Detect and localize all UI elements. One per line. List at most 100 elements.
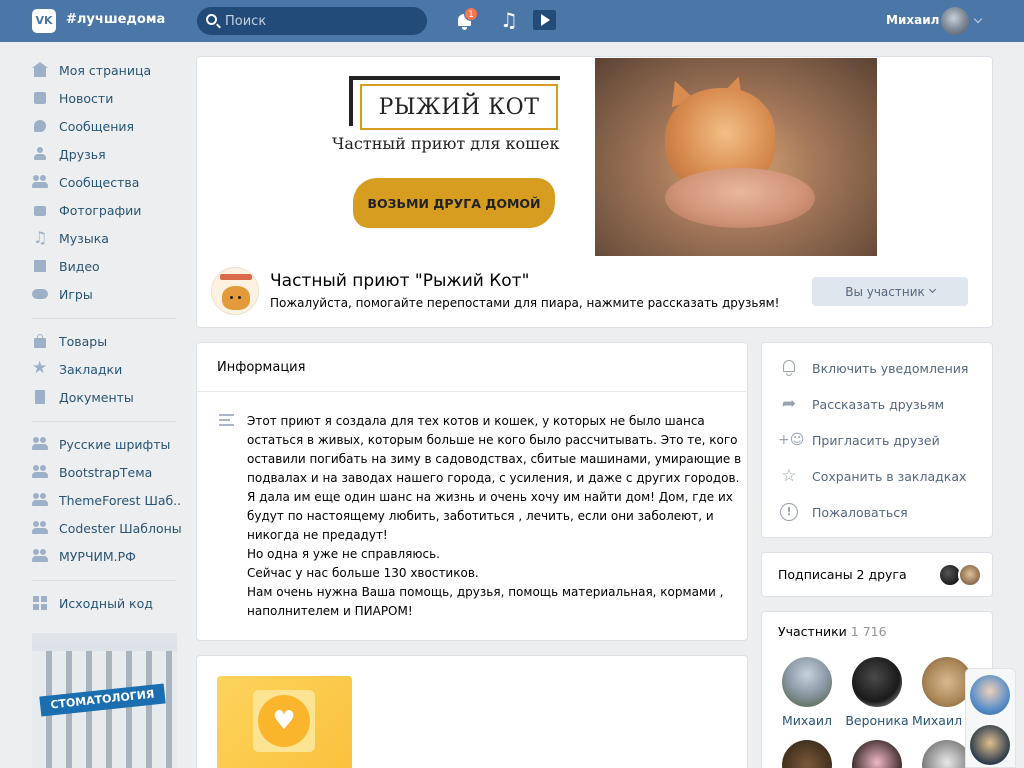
sidebar-item-label: МУРЧИМ.РФ [59,548,136,564]
sidebar-item-communities[interactable]: Сообщества [32,172,139,192]
action-bookmark[interactable]: ☆ Сохранить в закладках [778,466,966,486]
actions-card: Включить уведомления ➦ Рассказать друзьям… [761,342,993,538]
info-line: подвалах и на заводах нашего города, с у… [247,471,740,485]
action-invite-friends[interactable]: +☺ Пригласить друзей [778,430,940,450]
sidebar-group-item[interactable]: Codester Шаблоны [32,518,182,538]
sidebar-divider [32,580,177,581]
info-line: никогда не предадут! [247,528,388,542]
action-enable-notifications[interactable]: Включить уведомления [778,358,968,378]
member-name[interactable]: Вероника [842,713,912,728]
info-line: остаться в живых, которым больше не кого… [247,433,738,447]
sidebar-group-item[interactable]: Русские шрифты [32,434,170,454]
sidebar-group-item[interactable]: МУРЧИМ.РФ [32,546,136,566]
sidebar-item-label: Товары [59,333,108,349]
vk-logo[interactable]: VK [32,9,56,33]
sidebar-item-label: Моя страница [59,62,152,78]
video-icon [32,258,48,274]
sidebar-item-source-code[interactable]: Исходный код [32,593,153,613]
sidebar-item-label: Закладки [59,361,123,377]
sidebar-item-messages[interactable]: Сообщения [32,116,134,136]
action-label: Пожаловаться [812,504,908,520]
member-avatar[interactable] [782,657,832,707]
user-name[interactable]: Михаил [886,13,939,27]
action-label: Сохранить в закладках [812,468,967,484]
document-icon [32,389,48,405]
brand-box: РЫЖИЙ КОТ [360,84,558,130]
sidebar-item-video[interactable]: Видео [32,256,100,276]
user-avatar[interactable] [941,7,969,35]
member-avatar[interactable] [782,740,832,768]
sidebar-item-label: Друзья [59,146,106,162]
report-icon: ! [778,502,800,522]
group-icon [32,548,48,564]
group-avatar[interactable] [211,267,259,315]
group-icon [32,464,48,480]
chat-avatar[interactable] [970,725,1010,765]
member-button[interactable]: Вы участник [812,277,968,306]
messages-icon [32,118,48,134]
hashtag-link[interactable]: #лучшедома [66,12,165,27]
hands-image [665,168,815,228]
info-line: Но одна я уже не справляюсь. [247,547,440,561]
info-line: Нам очень нужна Ваша помощь, друзья, пом… [247,585,724,599]
news-icon [32,90,48,106]
sidebar-item-games[interactable]: Игры [32,284,93,304]
sidebar-item-label: Документы [59,389,134,405]
info-description: Этот приют я создала для тех котов и кош… [247,412,742,621]
sidebar-item-label: Исходный код [59,595,153,611]
member-avatar[interactable] [852,740,902,768]
friends-icon [32,146,48,162]
play-video-icon[interactable] [533,10,556,30]
sidebar-divider [32,421,177,422]
invite-icon: +☺ [778,432,805,448]
member-name[interactable]: Михаил [772,713,842,728]
sidebar-item-documents[interactable]: Документы [32,387,134,407]
sidebar-item-my-page[interactable]: Моя страница [32,60,151,80]
music-icon[interactable]: ♫ [500,10,518,30]
sidebar-divider [32,318,177,319]
sidebar-item-label: Видео [59,258,100,274]
donate-widget[interactable]: ♥ [217,676,352,768]
members-title[interactable]: Участники 1 716 [778,624,887,639]
sidebar-item-label: Фотографии [59,202,142,218]
chat-strip [965,668,1016,768]
group-status: Пожалуйста, помогайте перепостами для пи… [270,296,780,310]
info-line: оставили погибать на зиму в садоводствах… [247,452,742,466]
info-line: Этот приют я создала для тех котов и кош… [247,414,705,428]
action-label: Рассказать друзьям [812,396,945,412]
chat-avatar[interactable] [970,675,1010,715]
sidebar-item-label: Новости [59,90,114,106]
sidebar-item-friends[interactable]: Друзья [32,144,106,164]
member-avatar[interactable] [852,657,902,707]
star-icon: ☆ [781,466,797,486]
action-share[interactable]: ➦ Рассказать друзьям [778,394,944,414]
sidebar-item-label: Codester Шаблоны [59,520,182,536]
brand-subtitle: Частный приют для кошек [332,134,560,153]
donate-card: ♥ [196,655,748,768]
member-button-label: Вы участник [845,284,925,299]
sidebar-item-bookmarks[interactable]: ★ Закладки [32,358,123,379]
group-icon [32,436,48,452]
sidebar-item-news[interactable]: Новости [32,88,113,108]
sidebar-group-item[interactable]: ThemeForest Шаб.. [32,490,181,510]
info-heading: Информация [217,360,306,375]
members-card: Участники 1 716 Михаил Вероника Михаил [761,611,993,768]
action-label: Пригласить друзей [812,432,940,448]
subscribed-friends-card[interactable]: Подписаны 2 друга [761,552,993,597]
sidebar-item-music[interactable]: ♫ Музыка [32,228,109,248]
info-line: будут по настоящему любить, заботиться ,… [247,509,714,523]
search-input[interactable] [225,12,415,30]
bag-icon [32,333,48,349]
sidebar-promo-image[interactable]: СТОМАТОЛОГИЯ [32,633,177,768]
sidebar-item-photos[interactable]: Фотографии [32,200,141,220]
sidebar-item-goods[interactable]: Товары [32,331,107,351]
friend-avatar [958,563,982,587]
sidebar-group-item[interactable]: BootstrapТема [32,462,152,482]
search-box[interactable] [197,7,427,35]
star-icon: ★ [32,358,48,378]
chevron-down-icon[interactable] [973,14,983,24]
info-line: наполнителем и ПИАРОМ! [247,604,413,618]
member-name[interactable]: Михаил [912,713,962,728]
action-label: Включить уведомления [812,360,969,376]
action-report[interactable]: ! Пожаловаться [778,502,908,522]
